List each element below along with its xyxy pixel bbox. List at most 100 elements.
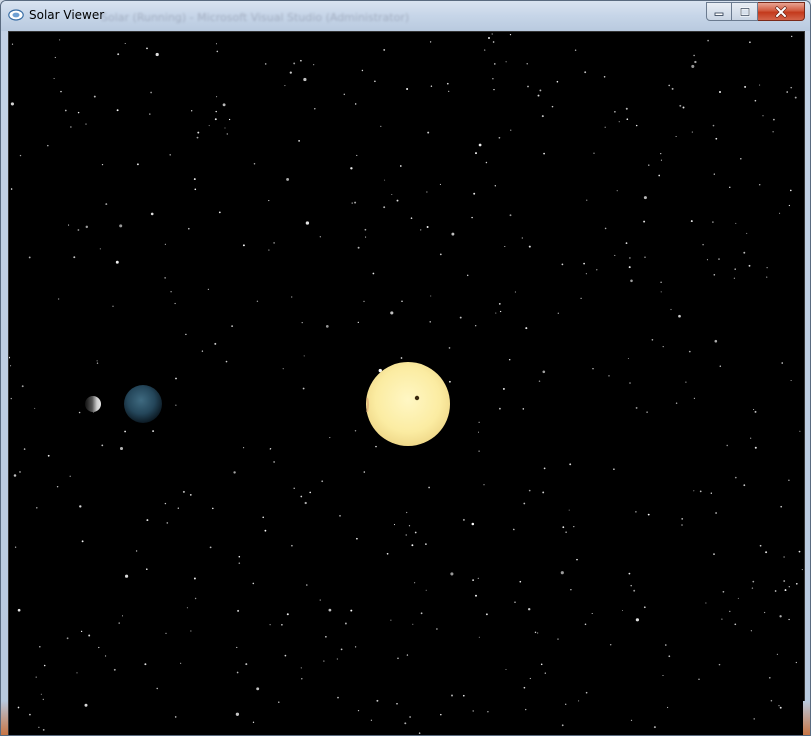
star bbox=[268, 200, 270, 202]
star bbox=[282, 368, 284, 370]
star bbox=[406, 88, 409, 90]
star bbox=[237, 609, 240, 612]
star bbox=[585, 273, 587, 275]
star bbox=[573, 525, 575, 528]
star bbox=[124, 42, 126, 45]
sun[interactable] bbox=[366, 362, 450, 446]
sun-limb-detail bbox=[366, 397, 369, 413]
star bbox=[164, 243, 166, 245]
star bbox=[629, 257, 631, 259]
minimize-button[interactable] bbox=[706, 2, 732, 21]
star bbox=[713, 553, 715, 555]
star bbox=[364, 228, 367, 231]
star bbox=[604, 126, 606, 128]
star bbox=[691, 131, 693, 133]
window-title: Solar Viewer bbox=[29, 8, 105, 22]
render-viewport[interactable] bbox=[8, 31, 805, 735]
star bbox=[357, 246, 360, 249]
star bbox=[365, 236, 367, 238]
star bbox=[393, 524, 396, 526]
star bbox=[502, 387, 505, 390]
star bbox=[788, 586, 790, 588]
star bbox=[525, 327, 528, 330]
maximize-icon bbox=[739, 7, 750, 16]
star bbox=[478, 636, 480, 638]
star bbox=[779, 615, 782, 618]
planet[interactable] bbox=[124, 385, 162, 423]
star bbox=[583, 262, 585, 265]
star bbox=[10, 188, 13, 190]
star bbox=[671, 87, 674, 90]
star bbox=[523, 502, 526, 505]
star bbox=[78, 411, 81, 414]
star bbox=[235, 712, 240, 716]
title-bar[interactable]: Solar Viewer Solar (Running) - Microsoft… bbox=[1, 1, 810, 31]
star bbox=[691, 64, 695, 68]
moon[interactable] bbox=[85, 396, 101, 412]
star bbox=[96, 360, 98, 362]
star bbox=[693, 54, 695, 57]
star bbox=[305, 221, 310, 225]
star bbox=[410, 217, 413, 219]
star bbox=[783, 556, 785, 558]
star bbox=[448, 347, 451, 349]
star bbox=[264, 529, 267, 532]
star bbox=[491, 33, 493, 35]
star bbox=[60, 90, 62, 93]
star bbox=[38, 726, 40, 728]
star bbox=[284, 85, 286, 87]
star bbox=[759, 84, 761, 86]
star bbox=[69, 475, 71, 477]
star bbox=[390, 619, 392, 621]
star bbox=[304, 501, 307, 505]
maximize-button[interactable] bbox=[732, 2, 758, 21]
star bbox=[478, 143, 482, 147]
star bbox=[79, 505, 82, 508]
star bbox=[539, 89, 542, 92]
close-button[interactable] bbox=[758, 2, 805, 21]
star bbox=[475, 594, 477, 597]
star bbox=[208, 125, 210, 127]
star bbox=[420, 229, 422, 231]
star bbox=[750, 630, 752, 632]
star bbox=[226, 133, 229, 135]
star bbox=[565, 531, 567, 533]
star bbox=[374, 80, 376, 83]
star bbox=[303, 355, 305, 357]
star bbox=[475, 152, 477, 155]
star bbox=[675, 135, 677, 138]
star bbox=[152, 430, 155, 433]
star bbox=[713, 173, 715, 175]
star bbox=[726, 444, 728, 447]
star bbox=[801, 569, 803, 571]
star bbox=[529, 677, 531, 680]
star bbox=[499, 407, 501, 410]
star bbox=[384, 179, 386, 181]
star bbox=[596, 269, 598, 271]
star bbox=[788, 204, 791, 207]
star bbox=[643, 606, 646, 609]
star bbox=[309, 491, 312, 494]
star bbox=[14, 546, 17, 548]
star bbox=[627, 357, 629, 360]
star bbox=[440, 713, 442, 716]
star bbox=[557, 312, 559, 314]
star bbox=[64, 109, 67, 112]
star bbox=[685, 381, 687, 383]
star bbox=[749, 41, 751, 44]
star bbox=[264, 63, 267, 65]
star bbox=[538, 380, 541, 382]
star bbox=[98, 646, 100, 649]
star bbox=[593, 152, 595, 154]
star bbox=[560, 571, 564, 575]
star bbox=[604, 227, 607, 230]
star bbox=[715, 137, 718, 140]
star bbox=[42, 729, 45, 731]
star bbox=[574, 49, 577, 51]
star bbox=[712, 221, 714, 223]
star bbox=[363, 300, 365, 303]
star bbox=[733, 277, 736, 279]
star bbox=[430, 85, 433, 87]
star bbox=[707, 39, 709, 42]
star bbox=[56, 485, 59, 488]
